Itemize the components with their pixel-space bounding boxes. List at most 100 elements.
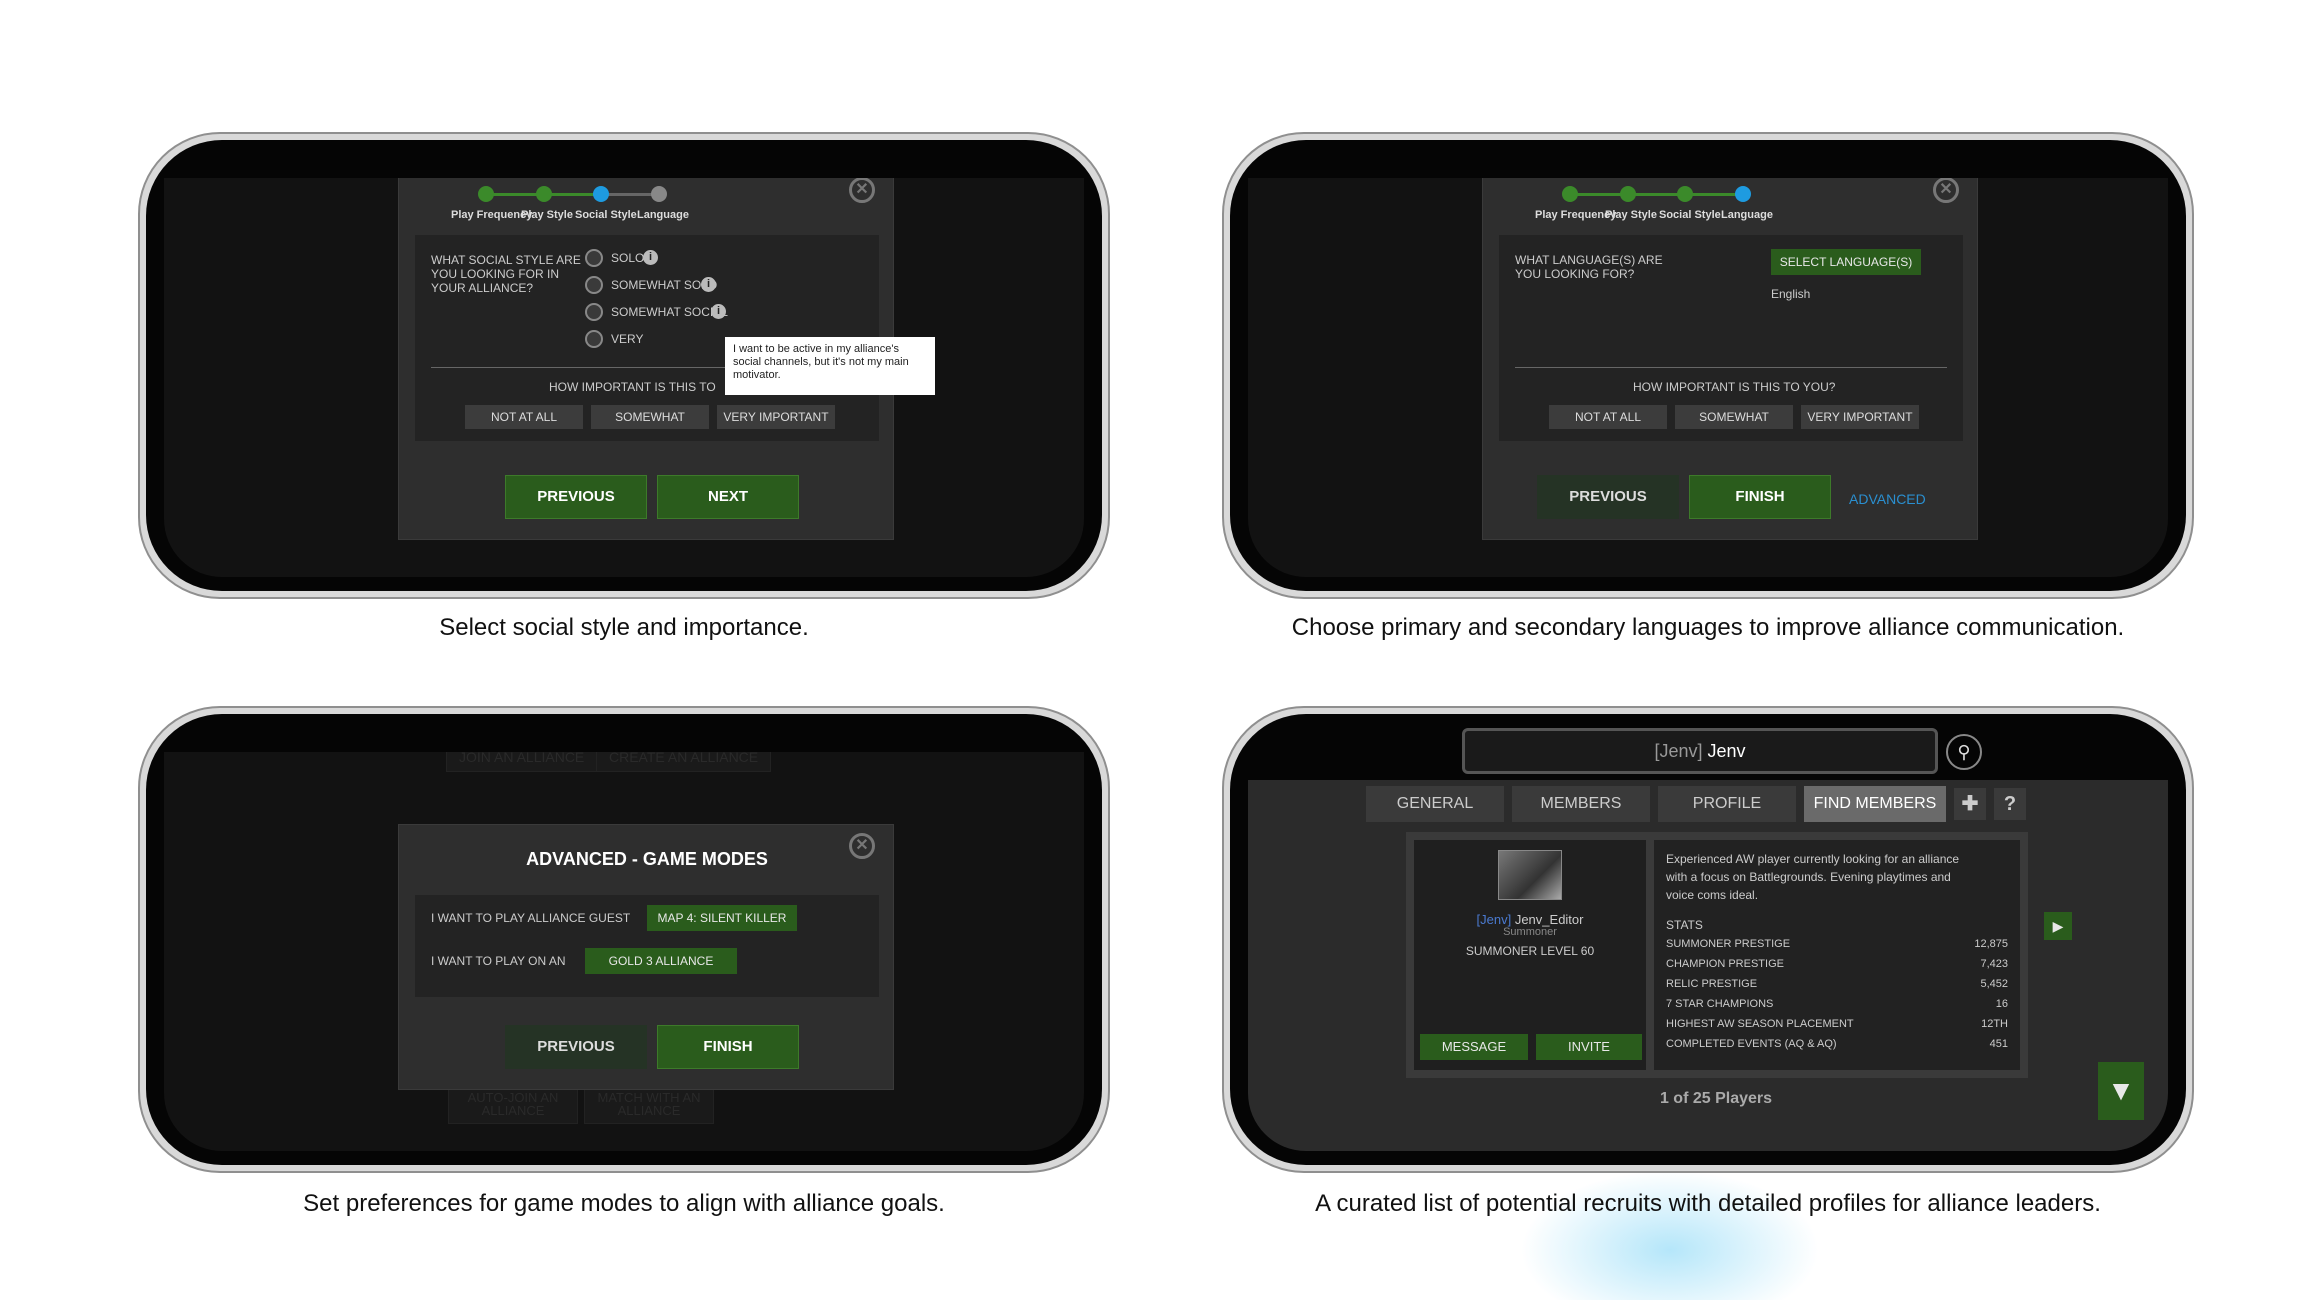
option-label: SOLO <box>611 251 645 265</box>
row1-label: I WANT TO PLAY ALLIANCE GUEST <box>431 911 631 925</box>
tooltip: I want to be active in my alliance's soc… <box>725 337 935 395</box>
bg-auto-join-button: AUTO-JOIN AN ALLIANCE <box>448 1084 578 1124</box>
filter-icon[interactable]: ▼ <box>2098 1062 2144 1120</box>
question-text: WHAT SOCIAL STYLE ARE YOU LOOKING FOR IN… <box>431 253 581 295</box>
importance-somewhat-button[interactable]: SOMEWHAT <box>1675 405 1793 429</box>
bg-join-tab: JOIN AN ALLIANCE <box>446 752 598 772</box>
row2-label: I WANT TO PLAY ON AN <box>431 954 566 968</box>
medkit-icon[interactable]: ✚ <box>1954 788 1986 820</box>
screen-game-modes: JOIN AN ALLIANCE CREATE AN ALLIANCE AUTO… <box>164 752 1084 1151</box>
next-button[interactable]: NEXT <box>657 475 799 519</box>
close-icon[interactable]: ✕ <box>849 178 875 203</box>
close-icon[interactable]: ✕ <box>1933 178 1959 203</box>
advanced-link[interactable]: ADVANCED <box>1849 491 1926 507</box>
invite-button[interactable]: INVITE <box>1536 1034 1642 1060</box>
bg-create-tab: CREATE AN ALLIANCE <box>596 752 772 772</box>
bg-match-button: MATCH WITH AN ALLIANCE <box>584 1084 714 1124</box>
phone-social-style: JOIN AN ALLIANCE CREATE AN ALLIANCE ✕ Pl… <box>138 132 1110 599</box>
radio-somewhat-solo[interactable] <box>585 276 603 294</box>
stat-label: SUMMONER PRESTIGE <box>1666 938 1791 950</box>
stat-value: 451 <box>1989 1038 2008 1050</box>
finish-button[interactable]: FINISH <box>657 1025 799 1069</box>
tab-members[interactable]: MEMBERS <box>1512 786 1650 822</box>
tab-profile[interactable]: PROFILE <box>1658 786 1796 822</box>
info-icon[interactable]: i <box>643 250 658 265</box>
select-languages-button[interactable]: SELECT LANGUAGE(S) <box>1771 249 1921 275</box>
message-button[interactable]: MESSAGE <box>1420 1034 1528 1060</box>
step-label: Language <box>637 209 689 221</box>
info-icon[interactable]: i <box>711 304 726 319</box>
option-label: VERY <box>611 332 644 346</box>
bio-panel: Experienced AW player currently looking … <box>1654 840 2020 1070</box>
info-icon[interactable]: i <box>701 277 716 292</box>
language-modal: ✕ Play Frequency Play Style Social Style… <box>1482 178 1978 540</box>
stat-label: 7 STAR CHAMPIONS <box>1666 998 1774 1010</box>
caption-language: Choose primary and secondary languages t… <box>1291 614 2125 641</box>
progress-line-done <box>1571 193 1743 196</box>
divider <box>1515 367 1947 368</box>
stats-title: STATS <box>1666 918 1703 932</box>
player-name: Jenv_Editor <box>1514 912 1584 927</box>
stat-value: 12TH <box>1981 1018 2008 1030</box>
step-label: Social Style <box>1659 209 1721 221</box>
finish-button[interactable]: FINISH <box>1689 475 1831 519</box>
importance-very-important-button[interactable]: VERY IMPORTANT <box>717 405 835 429</box>
stat-label: COMPLETED EVENTS (AQ & AQ) <box>1666 1038 1837 1050</box>
game-modes-panel: I WANT TO PLAY ALLIANCE GUEST MAP 4: SIL… <box>415 895 879 997</box>
caption-find-members: A curated list of potential recruits wit… <box>1315 1190 2101 1217</box>
step-label: Language <box>1721 209 1773 221</box>
phone-bezel: GENERAL MEMBERS PROFILE FIND MEMBERS ✚ ?… <box>1230 714 2186 1165</box>
advanced-modal: ✕ ADVANCED - GAME MODES I WANT TO PLAY A… <box>398 824 894 1090</box>
player-tag: [Jenv] <box>1476 912 1512 927</box>
importance-label: HOW IMPORTANT IS THIS TO YOU? <box>1633 380 1836 394</box>
search-icon[interactable]: ⚲ <box>1946 734 1982 770</box>
tab-general[interactable]: GENERAL <box>1366 786 1504 822</box>
caption-social-style: Select social style and importance. <box>439 614 809 641</box>
step-label: Social Style <box>575 209 637 221</box>
question-text: WHAT LANGUAGE(S) ARE YOU LOOKING FOR? <box>1515 253 1663 281</box>
player-bio: Experienced AW player currently looking … <box>1666 852 1960 902</box>
importance-very-important-button[interactable]: VERY IMPORTANT <box>1801 405 1919 429</box>
step-check-icon <box>478 186 494 202</box>
importance-not-at-all-button[interactable]: NOT AT ALL <box>1549 405 1667 429</box>
screen-find-members: GENERAL MEMBERS PROFILE FIND MEMBERS ✚ ?… <box>1248 780 2168 1151</box>
avatar <box>1498 850 1562 900</box>
modal-title: ADVANCED - GAME MODES <box>526 849 768 869</box>
phone-bezel: JOIN AN ALLIANCE CREATE AN ALLIANCE AUTO… <box>146 714 1102 1165</box>
importance-somewhat-button[interactable]: SOMEWHAT <box>591 405 709 429</box>
help-icon[interactable]: ? <box>1994 788 2026 820</box>
stat-value: 12,875 <box>1974 938 2008 950</box>
radio-very-social[interactable] <box>585 330 603 348</box>
step-current-dot <box>593 186 609 202</box>
step-check-icon <box>1562 186 1578 202</box>
map-select-button[interactable]: MAP 4: SILENT KILLER <box>647 905 797 931</box>
stat-label: RELIC PRESTIGE <box>1666 978 1758 990</box>
radio-somewhat-social[interactable] <box>585 303 603 321</box>
stat-label: CHAMPION PRESTIGE <box>1666 958 1784 970</box>
caption-game-modes: Set preferences for game modes to align … <box>303 1190 945 1217</box>
previous-button[interactable]: PREVIOUS <box>505 475 647 519</box>
phone-find-members: GENERAL MEMBERS PROFILE FIND MEMBERS ✚ ?… <box>1222 706 2194 1173</box>
player-role: Summoner <box>1503 926 1557 938</box>
alliance-name: Jenv <box>1707 741 1746 761</box>
pager: 1 of 25 Players <box>1659 1090 1773 1107</box>
previous-button[interactable]: PREVIOUS <box>1537 475 1679 519</box>
step-label: Play Style <box>521 209 573 221</box>
radio-solo[interactable] <box>585 249 603 267</box>
tier-select-button[interactable]: GOLD 3 ALLIANCE <box>585 948 737 974</box>
player-panel: [Jenv] Jenv_Editor Summoner SUMMONER LEV… <box>1414 840 1646 1070</box>
stat-label: HIGHEST AW SEASON PLACEMENT <box>1666 1018 1854 1030</box>
stat-value: 5,452 <box>1980 978 2008 990</box>
phone-bezel: JOIN AN ALLIANCE CREATE AN ALLIANCE ✕ Pl… <box>146 140 1102 591</box>
importance-not-at-all-button[interactable]: NOT AT ALL <box>465 405 583 429</box>
phone-bezel: JOIN AN ALLIANCE CREATE AN ALLIANCE ✕ Pl… <box>1230 140 2186 591</box>
stat-value: 7,423 <box>1980 958 2008 970</box>
player-name-line: [Jenv] Jenv_Editor <box>1414 912 1646 927</box>
selected-language: English <box>1771 287 1811 301</box>
next-player-arrow-icon[interactable]: ▶ <box>2044 912 2072 940</box>
previous-button[interactable]: PREVIOUS <box>505 1025 647 1069</box>
step-check-icon <box>1677 186 1693 202</box>
phone-language: JOIN AN ALLIANCE CREATE AN ALLIANCE ✕ Pl… <box>1222 132 2194 599</box>
step-pending-dot <box>651 186 667 202</box>
tab-find-members[interactable]: FIND MEMBERS <box>1804 786 1946 822</box>
